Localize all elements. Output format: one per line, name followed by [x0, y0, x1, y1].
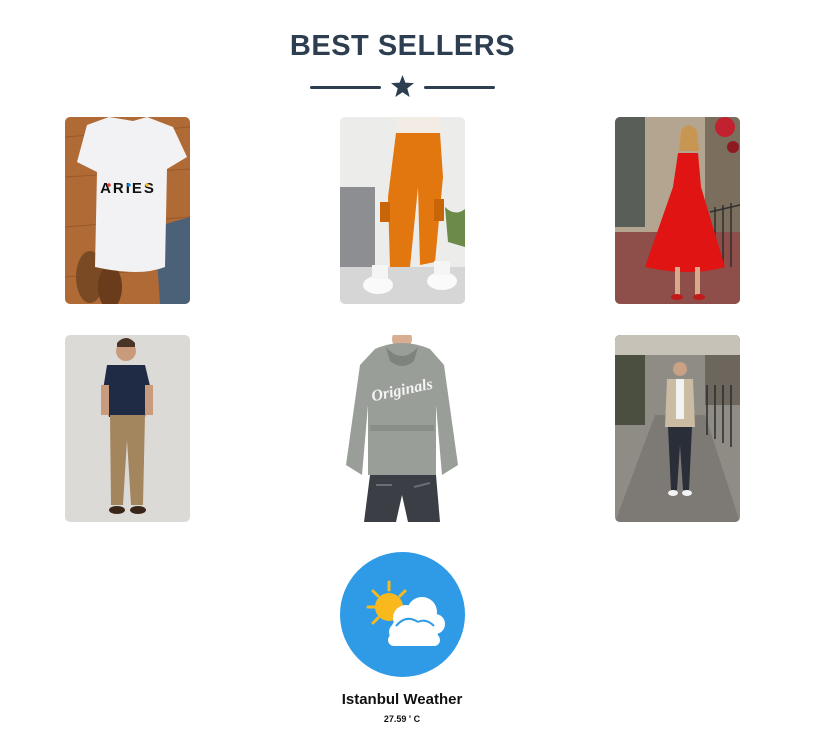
section-title: BEST SELLERS [289, 30, 516, 62]
product-card-originals-hoodie[interactable]: Originals [340, 335, 465, 522]
product-card-blazer-outfit[interactable] [615, 335, 740, 522]
product-image: ARIES [65, 117, 190, 304]
product-image [615, 335, 740, 522]
product-image [65, 335, 190, 522]
product-card-aries-tshirt[interactable]: ARIES [65, 117, 190, 304]
star-icon [391, 75, 414, 97]
product-card-red-dress[interactable] [615, 117, 740, 304]
product-card-cargo-pants[interactable] [340, 117, 465, 304]
divider-line-right [424, 86, 495, 89]
title-divider [310, 74, 495, 100]
product-card-polo-outfit[interactable] [65, 335, 190, 522]
product-image [615, 117, 740, 304]
partly-cloudy-icon [366, 580, 445, 646]
weather-title: Istanbul Weather [341, 691, 463, 708]
divider-line-left [310, 86, 381, 89]
product-image: Originals [340, 335, 465, 522]
product-image [340, 117, 465, 304]
tshirt-print-text: ARIES [100, 180, 156, 197]
weather-widget [340, 552, 465, 677]
weather-temperature: 27.59 ' C [383, 714, 421, 724]
